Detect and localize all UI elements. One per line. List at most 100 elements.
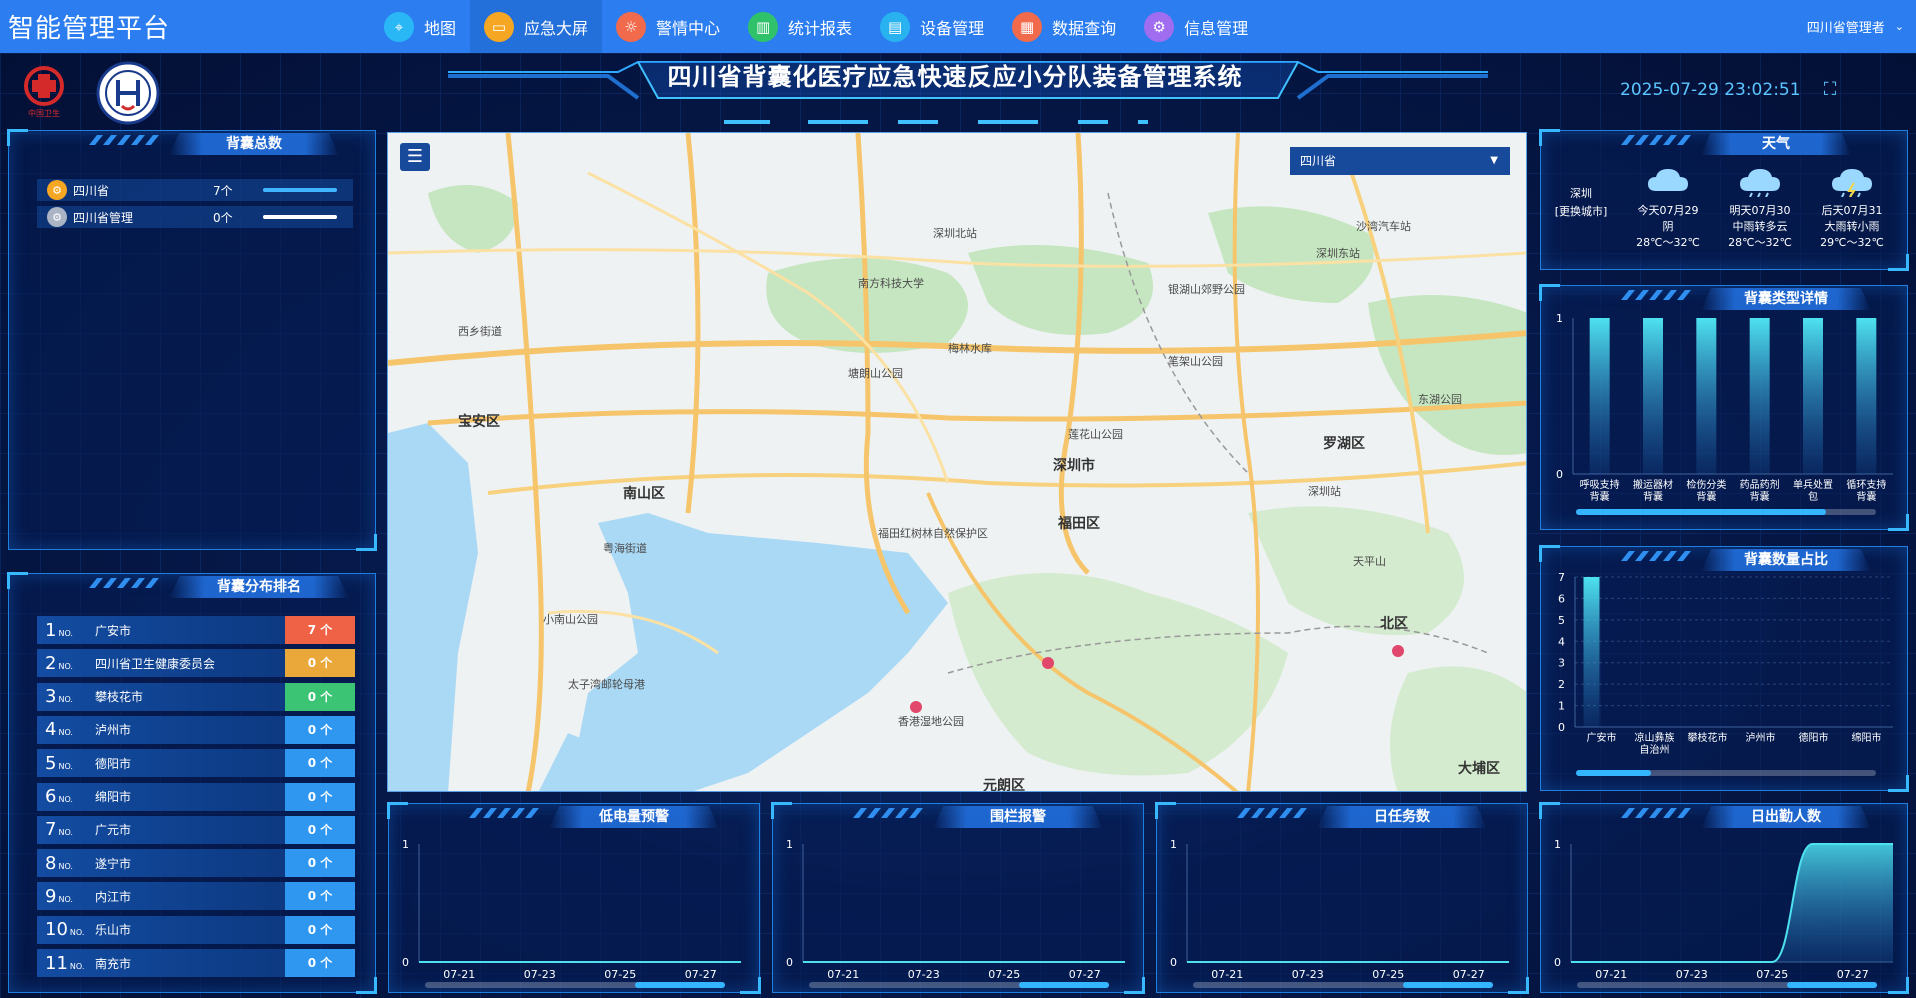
nav-item-label: 统计报表 (788, 18, 853, 38)
ranking-number: 4 NO. (37, 719, 95, 740)
ranking-row[interactable]: 7 NO. 广元市 0 个 (37, 815, 355, 844)
quantity-panel: 背囊数量占比 0 1 2 3 4 5 6 7 广安市 凉山彝族 自治州 攀枝花市 泸州市 德阳市 绵阳市 (1539, 545, 1909, 792)
y-tick-label: 1 (402, 838, 409, 851)
chart-scrollbar[interactable] (809, 982, 1109, 988)
ranking-number: 7 NO. (37, 819, 95, 840)
scrollbar-thumb[interactable] (1576, 509, 1826, 515)
scrollbar-thumb[interactable] (635, 982, 725, 988)
x-tick-label: 搬运器材 (1633, 478, 1673, 491)
ranking-name: 乐山市 (95, 923, 132, 938)
ranking-number-value: 5 (45, 752, 57, 774)
user-menu[interactable]: 四川省管理者 ⌄ (1807, 0, 1904, 53)
region-select-value: 四川省 (1300, 154, 1337, 168)
scrollbar-thumb[interactable] (1403, 982, 1493, 988)
low-battery-panel: 低电量预警 0 1 07-21 07-23 07-25 07-27 (387, 802, 761, 994)
total-row[interactable]: ⚙ 四川省管理 0个 (37, 206, 353, 228)
ranking-row[interactable]: 4 NO. 泸州市 0 个 (37, 715, 355, 744)
change-city-link[interactable]: [更换城市] (1551, 203, 1611, 219)
ranking-value: 0 个 (285, 649, 355, 678)
fence-alarm-panel: 围栏报警 0 1 07-21 07-23 07-25 07-27 (771, 802, 1145, 994)
fullscreen-icon[interactable]: ⛶ (1820, 80, 1840, 100)
ranking-number-suffix: NO. (58, 795, 73, 804)
nav-item-4[interactable]: ▤ 设备管理 (866, 0, 998, 53)
x-tick-label: 背囊 (1643, 490, 1663, 503)
x-tick-label: 绵阳市 (1852, 731, 1882, 744)
ranking-panel-title: 背囊分布排名 (169, 576, 349, 598)
ranking-name: 绵阳市 (95, 790, 132, 804)
ranking-value: 0 个 (285, 915, 355, 944)
ranking-row[interactable]: 1 NO. 广安市 7 个 (37, 616, 355, 644)
ranking-value: 0 个 (285, 815, 355, 844)
map-label: 深圳东站 (1316, 247, 1360, 260)
ranking-row[interactable]: 5 NO. 德阳市 0 个 (37, 749, 355, 778)
total-row[interactable]: ⚙ 四川省 7个 (37, 179, 353, 201)
x-tick-label: 自治州 (1640, 743, 1670, 756)
ranking-number-value: 8 (45, 852, 57, 874)
scrollbar-thumb[interactable] (1019, 982, 1109, 988)
ranking-row[interactable]: 8 NO. 遂宁市 0 个 (37, 849, 355, 878)
ranking-row[interactable]: 6 NO. 绵阳市 0 个 (37, 782, 355, 811)
y-tick-label: 1 (1170, 838, 1177, 851)
ranking-number-suffix: NO. (58, 728, 73, 738)
chart-scrollbar[interactable] (425, 982, 725, 988)
map-view[interactable]: ☰ 四川省 ▼ 深圳市 南山区 福田区 罗湖区 宝安区 大埔区 北区 元朗区 西… (387, 132, 1527, 792)
ranking-number-value: 2 (45, 652, 57, 674)
type-detail-chart: 01呼吸支持背囊搬运器材背囊检伤分类背囊药品药剂背囊单兵处置包循环支持背囊 (1556, 312, 1893, 503)
nav-item-3[interactable]: ▥ 统计报表 (734, 0, 866, 53)
current-datetime: 2025-07-29 23:02:51 (1620, 80, 1801, 100)
map-label: 南方科技大学 (858, 277, 924, 290)
chart-scrollbar[interactable] (1193, 982, 1493, 988)
bar-chart-icon: ▥ (748, 11, 779, 42)
ranking-row[interactable]: 9 NO. 内江市 0 个 (37, 882, 355, 911)
scrollbar-thumb[interactable] (1576, 770, 1651, 776)
x-tick-label: 07-25 (1372, 968, 1404, 981)
bar (1749, 318, 1770, 474)
ranking-number-value: 11 (45, 952, 68, 974)
total-row-name: 四川省 (73, 183, 110, 198)
ranking-row[interactable]: 2 NO. 四川省卫生健康委员会 0 个 (37, 649, 355, 678)
alarm-icon: ☼ (616, 11, 647, 42)
region-select[interactable]: 四川省 ▼ (1290, 147, 1510, 175)
nav-item-2[interactable]: ☼ 警情中心 (602, 0, 734, 53)
nav-item-label: 设备管理 (920, 18, 985, 38)
map-label: 宝安区 (458, 414, 500, 430)
panel-stripes-decoration (89, 578, 159, 588)
map-menu-button[interactable]: ☰ (400, 143, 430, 171)
y-tick-label: 0 (1554, 956, 1561, 969)
chart-scrollbar[interactable] (1577, 982, 1877, 988)
ranking-value: 0 个 (285, 682, 355, 711)
y-tick-label: 0 (1170, 956, 1177, 969)
scrollbar-thumb[interactable] (1787, 982, 1877, 988)
nav-item-1[interactable]: ▭ 应急大屏 (470, 0, 603, 53)
ranking-number: 11 NO. (37, 953, 95, 974)
panel-stripes-decoration (89, 135, 159, 145)
ranking-name: 内江市 (95, 889, 132, 904)
x-tick-label: 德阳市 (1799, 731, 1829, 744)
nav-item-label: 警情中心 (656, 18, 721, 38)
x-tick-label: 背囊 (1590, 490, 1610, 503)
nav-item-5[interactable]: ▦ 数据查询 (998, 0, 1130, 53)
weather-city: 深圳 (1570, 187, 1592, 200)
storm-cloud-icon (1830, 165, 1874, 198)
ranking-number-suffix: NO. (58, 661, 73, 671)
panel-stripes-decoration (1621, 135, 1691, 145)
total-row-count: 0个 (213, 210, 233, 225)
ranking-row[interactable]: 3 NO. 攀枝花市 0 个 (37, 682, 355, 711)
nav-item-label: 信息管理 (1184, 18, 1249, 38)
x-tick-label: 07-21 (1211, 968, 1243, 981)
ranking-row[interactable]: 11 NO. 南充市 0 个 (37, 949, 355, 977)
nav-item-0[interactable]: ⌖ 地图 (370, 0, 470, 53)
monitor-icon: ▭ (484, 11, 515, 42)
weather-day: 今天07月29 阴 28℃～32℃ (1623, 203, 1713, 251)
y-tick-label: 6 (1558, 592, 1565, 605)
chart-scrollbar[interactable] (1576, 770, 1876, 776)
ranking-row[interactable]: 10 NO. 乐山市 0 个 (37, 915, 355, 944)
total-panel-title: 背囊总数 (169, 133, 339, 155)
x-tick-label: 药品药剂 (1740, 478, 1780, 491)
emergency-team-logo-icon (96, 61, 160, 125)
weather-day-temp: 29℃～32℃ (1820, 236, 1884, 249)
chart-scrollbar[interactable] (1576, 509, 1876, 515)
weather-day: 明天07月30 中雨转多云 28℃～32℃ (1715, 203, 1805, 251)
ranking-panel: 背囊分布排名 1 NO. 广安市 7 个 2 NO. 四川省卫生健康委员会 0 个 3 NO. 攀枝… (7, 572, 377, 994)
nav-item-6[interactable]: ⚙ 信息管理 (1130, 0, 1262, 53)
